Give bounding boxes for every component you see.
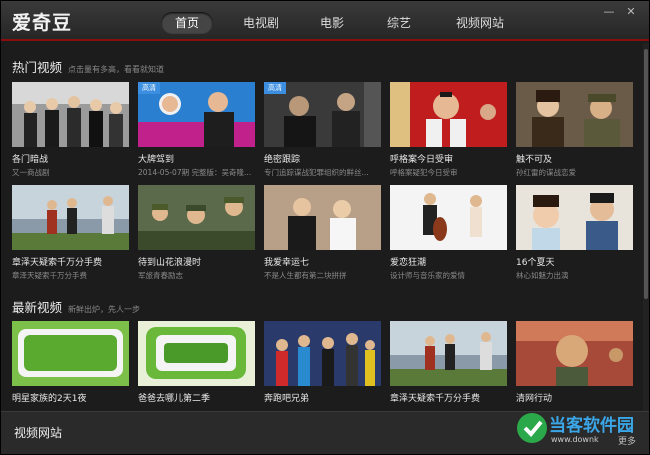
video-title: 爱恋狂潮	[390, 258, 427, 268]
hot-section-header: 热门视频 点击量有多高，看看就知道	[12, 57, 164, 75]
latest-section-subtitle: 新鲜出炉，先人一步	[68, 305, 141, 314]
video-title: 大牌驾到	[138, 155, 175, 165]
nav-tab-variety[interactable]: 综艺	[373, 12, 425, 34]
watermark-logo-icon	[517, 413, 547, 443]
video-card[interactable]: 奔跑吧兄弟	[264, 321, 381, 404]
video-title: 呼格案今日受审	[390, 155, 454, 165]
video-card[interactable]: 各门暗战 又一商战剧	[12, 82, 129, 178]
hd-badge: 高清	[264, 82, 286, 94]
video-subtitle: 又一商战剧	[12, 168, 50, 177]
video-title: 爸爸去哪儿第二季	[138, 394, 211, 404]
video-thumbnail	[516, 321, 633, 386]
video-subtitle: 不是人生都有第二块拼拼	[264, 271, 347, 280]
video-subtitle: 呼格案疑犯今日受审	[390, 168, 458, 177]
nav-tab-video-sites[interactable]: 视频网站	[447, 12, 513, 34]
video-thumbnail	[12, 185, 129, 250]
latest-section-header: 最新视频 新鲜出炉，先人一步	[12, 297, 140, 315]
video-thumbnail	[138, 321, 255, 386]
video-subtitle: 林心如魅力出演	[516, 271, 569, 280]
video-card[interactable]: 待到山花浪漫时 军旅青春励志	[138, 185, 255, 281]
video-card[interactable]: 章泽天疑索千万分手费 章泽天疑索千万分手费	[12, 185, 129, 281]
hd-badge: 高清	[138, 82, 160, 94]
video-thumbnail	[12, 82, 129, 147]
content-area: 热门视频 点击量有多高，看看就知道 各门暗战 又一商战剧 高清 大牌驾到 2014…	[1, 43, 643, 411]
video-title: 奔跑吧兄弟	[264, 394, 310, 404]
video-thumbnail	[138, 185, 255, 250]
video-title: 章泽天疑索千万分手费	[390, 394, 481, 404]
video-card[interactable]: 高清 大牌驾到 2014-05-07期 完整版：吴奇隆...	[138, 82, 255, 178]
watermark: 当客软件园 www.downk	[513, 409, 650, 453]
close-button[interactable]: ✕	[623, 5, 639, 19]
video-title: 清网行动	[516, 394, 553, 404]
video-card[interactable]: 清网行动	[516, 321, 633, 404]
video-subtitle: 专门追踪谍战犯罪组织的鲜丝...	[264, 168, 369, 177]
video-card[interactable]: 章泽天疑索千万分手费	[390, 321, 507, 404]
video-thumbnail	[264, 185, 381, 250]
hot-section-subtitle: 点击量有多高，看看就知道	[68, 65, 165, 74]
video-thumbnail	[390, 185, 507, 250]
video-subtitle: 军旅青春励志	[138, 271, 183, 280]
video-sites-label: 视频网站	[14, 426, 63, 440]
minimize-button[interactable]: —	[601, 5, 617, 19]
video-card[interactable]: 高清 绝密跟踪 专门追踪谍战犯罪组织的鲜丝...	[264, 82, 381, 178]
latest-section-title: 最新视频	[12, 300, 63, 315]
video-title: 16个夏天	[516, 258, 555, 268]
app-logo: 爱奇豆	[12, 12, 73, 34]
vertical-scrollbar[interactable]	[643, 43, 649, 411]
title-bar: 爱奇豆 首页 电视剧 电影 综艺 视频网站 — ✕	[1, 1, 649, 41]
video-subtitle: 孙红雷的谍战恋爱	[516, 168, 576, 177]
video-title: 明星家族的2天1夜	[12, 394, 87, 404]
video-thumbnail	[264, 321, 381, 386]
video-card[interactable]: 我爱幸运七 不是人生都有第二块拼拼	[264, 185, 381, 281]
watermark-url: www.downk	[551, 435, 599, 444]
video-thumbnail: 高清	[138, 82, 255, 147]
video-title: 待到山花浪漫时	[138, 258, 202, 268]
video-card[interactable]: 爱恋狂潮 设计师与音乐家的爱情	[390, 185, 507, 281]
video-title: 我爱幸运七	[264, 258, 310, 268]
nav-tab-tv-series[interactable]: 电视剧	[231, 12, 291, 34]
video-thumbnail: 高清	[264, 82, 381, 147]
hot-section-title: 热门视频	[12, 60, 63, 75]
video-thumbnail	[516, 82, 633, 147]
watermark-text: 当客软件园	[549, 416, 634, 436]
video-card[interactable]: 呼格案今日受审 呼格案疑犯今日受审	[390, 82, 507, 178]
nav-tab-home[interactable]: 首页	[161, 12, 213, 34]
video-card[interactable]: 爸爸去哪儿第二季	[138, 321, 255, 404]
video-subtitle: 章泽天疑索千万分手费	[12, 271, 87, 280]
video-title: 绝密跟踪	[264, 155, 301, 165]
video-subtitle: 2014-05-07期 完整版：吴奇隆...	[138, 168, 252, 177]
video-title: 各门暗战	[12, 155, 49, 165]
app-window: 爱奇豆 首页 电视剧 电影 综艺 视频网站 — ✕ 热门视频 点击量有多高，看看就…	[0, 0, 650, 455]
scrollbar-thumb[interactable]	[644, 49, 648, 299]
video-thumbnail	[12, 321, 129, 386]
video-card[interactable]: 16个夏天 林心如魅力出演	[516, 185, 633, 281]
video-thumbnail	[390, 82, 507, 147]
video-card[interactable]: 触不可及 孙红雷的谍战恋爱	[516, 82, 633, 178]
video-subtitle: 设计师与音乐家的爱情	[390, 271, 465, 280]
video-thumbnail	[390, 321, 507, 386]
video-title: 章泽天疑索千万分手费	[12, 258, 103, 268]
video-card[interactable]: 明星家族的2天1夜	[12, 321, 129, 404]
video-thumbnail	[516, 185, 633, 250]
video-title: 触不可及	[516, 155, 553, 165]
nav-tab-movies[interactable]: 电影	[306, 12, 358, 34]
